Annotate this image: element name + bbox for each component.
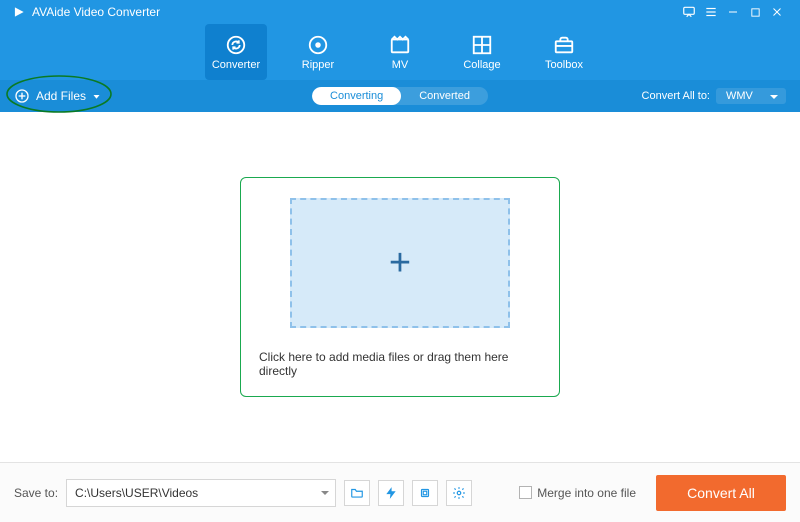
merge-checkbox[interactable]: Merge into one file — [519, 486, 636, 500]
nav-label: Ripper — [302, 59, 334, 71]
nav-mv[interactable]: MV — [369, 24, 431, 80]
save-path-select[interactable]: C:\Users\USER\Videos — [66, 479, 336, 507]
nav-collage[interactable]: Collage — [451, 24, 513, 80]
merge-label: Merge into one file — [537, 486, 636, 500]
mv-icon — [389, 34, 411, 56]
save-path-value: C:\Users\USER\Videos — [75, 486, 198, 500]
settings-button[interactable] — [446, 480, 472, 506]
feedback-icon[interactable] — [678, 1, 700, 23]
chip-icon — [418, 486, 432, 500]
convert-all-to: Convert All to: WMV — [642, 88, 786, 104]
tab-converted[interactable]: Converted — [401, 87, 488, 105]
nav-label: Toolbox — [545, 59, 583, 71]
converter-icon — [225, 34, 247, 56]
menu-icon[interactable] — [700, 1, 722, 23]
tab-converting[interactable]: Converting — [312, 87, 401, 105]
add-files-button[interactable]: Add Files — [14, 88, 101, 104]
gpu-button[interactable] — [412, 480, 438, 506]
sub-toolbar: Add Files Converting Converted Convert A… — [0, 80, 800, 112]
nav-ripper[interactable]: Ripper — [287, 24, 349, 80]
close-button[interactable] — [766, 1, 788, 23]
status-tabs: Converting Converted — [312, 87, 488, 105]
folder-icon — [350, 486, 364, 500]
convert-all-button[interactable]: Convert All — [656, 475, 786, 511]
checkbox-icon — [519, 486, 532, 499]
app-logo-icon — [12, 5, 26, 19]
nav-label: Converter — [212, 59, 260, 71]
drop-zone[interactable]: + — [290, 198, 510, 328]
chevron-down-icon — [321, 491, 329, 499]
main-stage: + Click here to add media files or drag … — [0, 112, 800, 462]
add-files-label: Add Files — [36, 89, 86, 103]
drop-hint: Click here to add media files or drag th… — [259, 350, 541, 378]
hw-accel-button[interactable] — [378, 480, 404, 506]
ripper-icon — [307, 34, 329, 56]
titlebar: AVAide Video Converter — [0, 0, 800, 24]
save-to-label: Save to: — [14, 486, 58, 500]
convert-all-label: Convert All to: — [642, 90, 710, 102]
drop-card: + Click here to add media files or drag … — [240, 177, 560, 397]
toolbox-icon — [553, 34, 575, 56]
gear-icon — [452, 486, 466, 500]
nav-toolbox[interactable]: Toolbox — [533, 24, 595, 80]
nav-label: Collage — [463, 59, 500, 71]
footer-bar: Save to: C:\Users\USER\Videos Merge into… — [0, 462, 800, 522]
lightning-icon — [384, 486, 398, 500]
minimize-button[interactable] — [722, 1, 744, 23]
app-title: AVAide Video Converter — [32, 5, 160, 19]
collage-icon — [471, 34, 493, 56]
open-folder-button[interactable] — [344, 480, 370, 506]
nav-label: MV — [392, 59, 409, 71]
nav-converter[interactable]: Converter — [205, 24, 267, 80]
plus-circle-icon — [14, 88, 30, 104]
maximize-button[interactable] — [744, 1, 766, 23]
chevron-down-icon — [92, 92, 101, 101]
output-format-select[interactable]: WMV — [716, 88, 786, 104]
main-nav: Converter Ripper MV Collage Toolbox — [0, 24, 800, 80]
plus-icon: + — [389, 242, 411, 285]
